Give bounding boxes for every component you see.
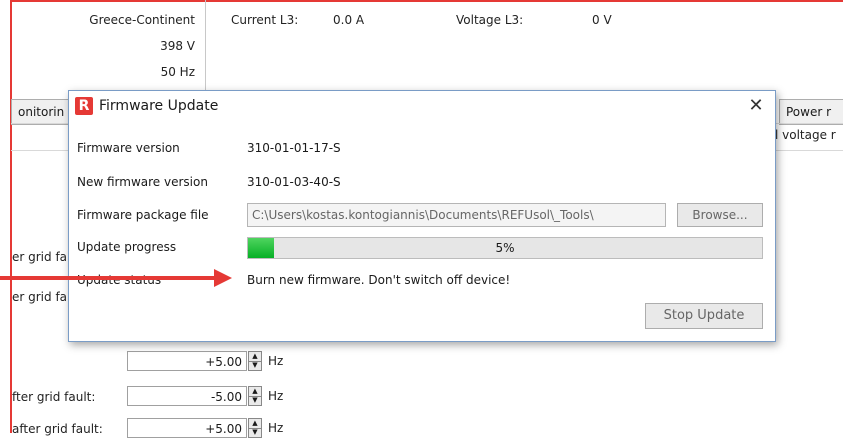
frequency-value: 50 Hz (160, 65, 195, 79)
update-progress-label: Update progress (77, 240, 177, 254)
dialog-title: Firmware Update (99, 98, 219, 114)
firmware-version-value: 310-01-01-17-S (247, 141, 341, 155)
arrow-annotation (0, 276, 216, 280)
spin-arrows-icon[interactable]: ▲ ▼ (248, 386, 262, 406)
browse-button[interactable]: Browse... (677, 203, 763, 227)
spin-arrows-icon[interactable]: ▲ ▼ (248, 418, 262, 438)
current-l3-value: 0.0 A (333, 13, 365, 27)
label-after-grid-fault-2: after grid fault: (12, 422, 103, 436)
update-progress-bar: 5% (247, 237, 763, 259)
side-label-grid-fault-2: er grid fa (12, 290, 68, 304)
label-after-grid-fault-1: fter grid fault: (12, 390, 96, 404)
firmware-update-dialog: R Firmware Update ✕ Firmware version 310… (68, 90, 776, 342)
grid-region: Greece-Continent (89, 13, 195, 27)
unit-hz-2: Hz (268, 389, 284, 403)
column-separator (205, 0, 206, 90)
new-firmware-version-value: 310-01-03-40-S (247, 175, 341, 189)
voltage-l3-label: Voltage L3: (456, 13, 524, 27)
freq-input-2[interactable]: -5.00 (127, 386, 247, 406)
arrow-annotation-head (214, 269, 232, 287)
new-firmware-version-label: New firmware version (77, 175, 208, 189)
red-border-top (10, 0, 843, 2)
red-border-left (10, 0, 12, 433)
voltage-value: 398 V (160, 39, 195, 53)
freq-input-3[interactable]: +5.00 (127, 418, 247, 438)
update-status-value: Burn new firmware. Don't switch off devi… (247, 273, 511, 287)
progress-percent: 5% (495, 241, 515, 255)
current-l3-label: Current L3: (231, 13, 299, 27)
package-file-field[interactable]: C:\Users\kostas.kontogiannis\Documents\R… (247, 203, 666, 227)
close-icon[interactable]: ✕ (745, 95, 767, 117)
stop-update-button[interactable]: Stop Update (645, 303, 763, 329)
refusol-logo-icon: R (75, 97, 93, 115)
dialog-titlebar[interactable]: R Firmware Update ✕ (69, 91, 775, 121)
voltage-tab-text: l voltage r (775, 128, 836, 142)
firmware-version-label: Firmware version (77, 141, 180, 155)
package-file-label: Firmware package file (77, 208, 209, 222)
freq-input-1[interactable]: +5.00 (127, 351, 247, 371)
voltage-l3-value: 0 V (592, 13, 612, 27)
side-label-grid-fault-1: er grid fa (12, 250, 68, 264)
unit-hz-1: Hz (268, 354, 284, 368)
spin-arrows-icon[interactable]: ▲ ▼ (248, 351, 262, 371)
tab-power[interactable]: Power r (779, 99, 843, 125)
